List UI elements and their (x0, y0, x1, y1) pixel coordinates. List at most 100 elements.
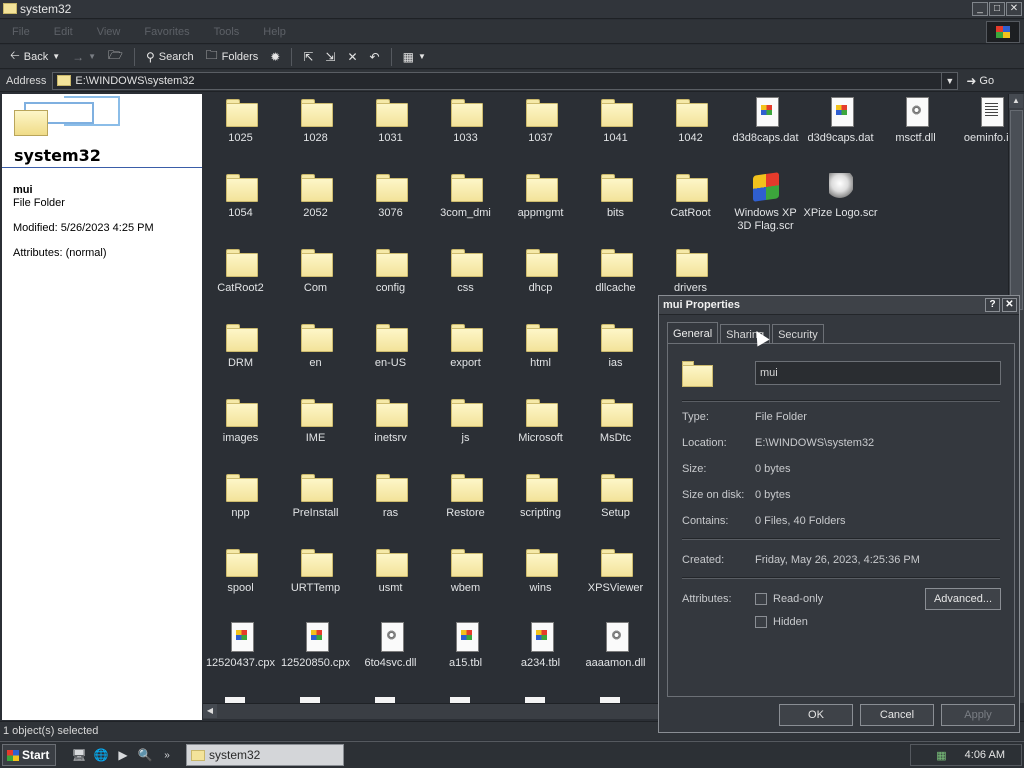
tab-general[interactable]: General (667, 322, 719, 344)
folder-item[interactable]: dhcp (503, 246, 578, 295)
file-item[interactable]: a234.tbl (503, 621, 578, 670)
folder-item[interactable]: scripting (503, 471, 578, 520)
folder-item[interactable]: 1031 (353, 96, 428, 145)
folder-item[interactable]: 3com_dmi (428, 171, 503, 220)
folder-item[interactable]: ias (578, 321, 653, 370)
folder-item[interactable]: Restore (428, 471, 503, 520)
forward-button[interactable]: → ▼ (68, 47, 100, 67)
folder-item[interactable]: PreInstall (278, 471, 353, 520)
advanced-button[interactable]: Advanced... (925, 588, 1001, 610)
cancel-button[interactable]: Cancel (860, 704, 934, 726)
folder-item[interactable]: Setup (578, 471, 653, 520)
views-button[interactable]: ▦ ▼ (399, 47, 430, 67)
folder-item[interactable]: npp (203, 471, 278, 520)
folder-item[interactable]: 1041 (578, 96, 653, 145)
maximize-button[interactable]: □ (989, 2, 1005, 16)
taskbar-item-system32[interactable]: system32 (186, 744, 344, 766)
folder-item[interactable]: DRM (203, 321, 278, 370)
apply-button[interactable]: Apply (941, 704, 1015, 726)
folder-item[interactable]: CatRoot (653, 171, 728, 220)
folder-item[interactable]: en-US (353, 321, 428, 370)
folder-item[interactable]: appmgmt (503, 171, 578, 220)
scroll-thumb[interactable] (1010, 110, 1023, 310)
folder-item[interactable]: ras (353, 471, 428, 520)
menu-edit[interactable]: Edit (54, 26, 73, 38)
folder-item[interactable]: CatRoot2 (203, 246, 278, 295)
file-item[interactable]: 12520437.cpx (203, 621, 278, 670)
show-desktop-icon[interactable]: 🖥 (70, 746, 88, 764)
start-button[interactable]: Start (2, 744, 56, 766)
folder-item[interactable]: Microsoft (503, 396, 578, 445)
folder-item[interactable]: 2052 (278, 171, 353, 220)
folder-item[interactable]: wins (503, 546, 578, 595)
folder-item[interactable]: dllcache (578, 246, 653, 295)
checkbox-box[interactable] (755, 616, 767, 628)
folder-item[interactable]: IME (278, 396, 353, 445)
tab-security[interactable]: Security (772, 324, 824, 344)
file-item[interactable]: XPize Logo.scr (803, 171, 878, 220)
folder-item[interactable]: 1054 (203, 171, 278, 220)
move-to-button[interactable]: ⇱ (299, 47, 317, 67)
folder-item[interactable]: 1025 (203, 96, 278, 145)
folder-item[interactable]: 1037 (503, 96, 578, 145)
menu-tools[interactable]: Tools (214, 26, 240, 38)
minimize-button[interactable]: _ (972, 2, 988, 16)
folder-item[interactable]: bits (578, 171, 653, 220)
internet-explorer-icon[interactable]: 🌐 (92, 746, 110, 764)
windows-media-icon[interactable]: ▶ (114, 746, 132, 764)
chevron-right-icon[interactable]: » (158, 746, 176, 764)
folder-item[interactable]: drivers (653, 246, 728, 295)
up-folder-button[interactable]: 🗁 (104, 47, 127, 67)
delete-button[interactable]: ✕ (343, 47, 361, 67)
menu-view[interactable]: View (97, 26, 121, 38)
folder-item[interactable]: inetsrv (353, 396, 428, 445)
explorer-icon[interactable]: 🔍 (136, 746, 154, 764)
folder-item[interactable]: URTTemp (278, 546, 353, 595)
undo-button[interactable]: ↶ (366, 47, 384, 67)
history-button[interactable]: ✹ (266, 47, 284, 67)
folder-item[interactable]: config (353, 246, 428, 295)
clock[interactable]: 4:06 AM (965, 749, 1005, 761)
address-input[interactable]: E:\WINDOWS\system32 ▼ (52, 71, 959, 90)
folder-item[interactable]: images (203, 396, 278, 445)
go-button[interactable]: ➜ Go (966, 74, 994, 88)
file-item[interactable]: 6to4svc.dll (353, 621, 428, 670)
menu-help[interactable]: Help (263, 26, 286, 38)
folder-item[interactable]: Com (278, 246, 353, 295)
back-button[interactable]: 🡠 Back ▼ (6, 47, 64, 67)
file-item[interactable]: a15.tbl (428, 621, 503, 670)
file-item[interactable]: msctf.dll (878, 96, 953, 145)
dialog-close-button[interactable]: ✕ (1002, 298, 1017, 312)
scroll-left-icon[interactable]: ◀ (203, 704, 217, 718)
folder-item[interactable]: 3076 (353, 171, 428, 220)
menu-favorites[interactable]: Favorites (144, 26, 189, 38)
folder-item[interactable]: 1042 (653, 96, 728, 145)
close-button[interactable]: ✕ (1006, 2, 1022, 16)
folder-name-input[interactable]: mui (755, 361, 1001, 385)
folder-item[interactable]: css (428, 246, 503, 295)
tray-network-icon[interactable]: ▦ (936, 749, 946, 762)
file-item[interactable]: aaaamon.dll (578, 621, 653, 670)
folder-item[interactable]: XPSViewer (578, 546, 653, 595)
copy-to-button[interactable]: ⇲ (321, 47, 339, 67)
folder-item[interactable]: en (278, 321, 353, 370)
folder-item[interactable]: js (428, 396, 503, 445)
folder-item[interactable]: html (503, 321, 578, 370)
hidden-checkbox[interactable]: Hidden (755, 616, 808, 628)
checkbox-box[interactable] (755, 593, 767, 605)
file-item[interactable]: d3d9caps.dat (803, 96, 878, 145)
help-button[interactable]: ? (985, 298, 1000, 312)
file-item[interactable]: Windows XP 3D Flag.scr (728, 171, 803, 233)
ok-button[interactable]: OK (779, 704, 853, 726)
folder-item[interactable]: export (428, 321, 503, 370)
folder-item[interactable]: 1033 (428, 96, 503, 145)
folder-item[interactable]: MsDtc (578, 396, 653, 445)
scroll-up-icon[interactable]: ▲ (1009, 94, 1023, 108)
folder-item[interactable]: usmt (353, 546, 428, 595)
folders-button[interactable]: 🗀 Folders (202, 47, 263, 67)
folder-item[interactable]: wbem (428, 546, 503, 595)
address-dropdown-icon[interactable]: ▼ (941, 72, 957, 89)
file-item[interactable]: oeminfo.ini (953, 96, 1008, 145)
file-item[interactable]: d3d8caps.dat (728, 96, 803, 145)
folder-item[interactable]: 1028 (278, 96, 353, 145)
